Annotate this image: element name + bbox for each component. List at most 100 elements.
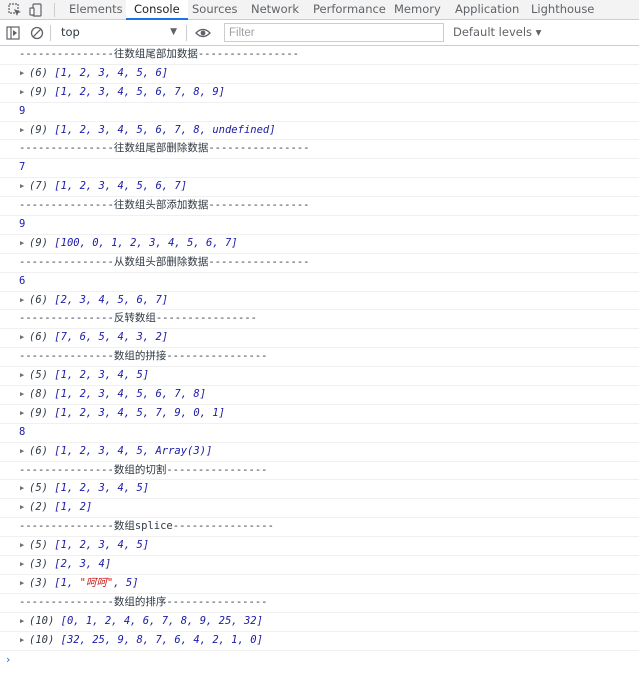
console-number-row: 9: [0, 103, 639, 122]
array-preview: (9) [1, 2, 3, 4, 5, 7, 9, 0, 1]: [29, 405, 225, 423]
expand-arrow-icon[interactable]: ▶: [20, 405, 28, 423]
console-array-row[interactable]: ▶ (10) [32, 25, 9, 8, 7, 6, 4, 2, 1, 0]: [0, 632, 639, 651]
tab-lighthouse[interactable]: Lighthouse: [523, 0, 602, 19]
console-array-row[interactable]: ▶ (9) [1, 2, 3, 4, 5, 6, 7, 8, undefined]: [0, 122, 639, 141]
log-message: ---------------数组splice----------------: [19, 520, 274, 533]
expand-arrow-icon[interactable]: ▶: [20, 329, 28, 347]
tab-memory[interactable]: Memory: [386, 0, 449, 19]
expand-arrow-icon[interactable]: ▶: [20, 632, 28, 650]
tab-sources[interactable]: Sources: [184, 0, 246, 19]
console-array-row[interactable]: ▶ (10) [0, 1, 2, 4, 6, 7, 8, 9, 25, 32]: [0, 613, 639, 632]
expand-arrow-icon[interactable]: ▶: [20, 386, 28, 404]
tab-console[interactable]: Console: [126, 0, 188, 20]
console-array-row[interactable]: ▶ (3) [1, "呵呵", 5]: [0, 575, 639, 594]
console-array-row[interactable]: ▶ (9) [1, 2, 3, 4, 5, 6, 7, 8, 9]: [0, 84, 639, 103]
array-values: [1, 2, 3, 4, 5, 6, 7, 8, 9]: [54, 85, 225, 98]
tab-network[interactable]: Network: [243, 0, 307, 19]
console-array-row[interactable]: ▶ (3) [2, 3, 4]: [0, 556, 639, 575]
array-length: (10): [29, 633, 55, 646]
array-values: [100, 0, 1, 2, 3, 4, 5, 6, 7]: [54, 236, 238, 249]
console-prompt[interactable]: ›: [0, 651, 639, 669]
console-messages: ---------------往数组尾部加数据---------------- ▶…: [0, 46, 639, 675]
console-array-row[interactable]: ▶ (6) [2, 3, 4, 5, 6, 7]: [0, 292, 639, 311]
expand-arrow-icon[interactable]: ▶: [20, 367, 28, 385]
array-length: (6): [29, 444, 48, 457]
console-array-row[interactable]: ▶ (6) [1, 2, 3, 4, 5, 6]: [0, 65, 639, 84]
log-levels-dropdown[interactable]: Default levels ▾: [453, 23, 541, 42]
expand-arrow-icon[interactable]: ▶: [20, 575, 28, 593]
live-expression-icon[interactable]: [195, 26, 211, 40]
number-value: 9: [19, 104, 26, 117]
log-message: ---------------反转数组----------------: [19, 312, 257, 325]
console-log-row: ---------------数组的切割----------------: [0, 462, 639, 481]
array-values: [1, 2, 3, 4, 5, 6, 7, 8]: [54, 388, 207, 401]
console-array-row[interactable]: ▶ (9) [100, 0, 1, 2, 3, 4, 5, 6, 7]: [0, 235, 639, 254]
expand-arrow-icon[interactable]: ▶: [20, 292, 28, 310]
array-length: (5): [29, 369, 48, 382]
array-values: [7, 6, 5, 4, 3, 2]: [54, 331, 169, 344]
console-array-row[interactable]: ▶ (2) [1, 2]: [0, 499, 639, 519]
array-length: (10): [29, 614, 55, 627]
expand-arrow-icon[interactable]: ▶: [20, 122, 28, 140]
array-preview: (5) [1, 2, 3, 4, 5]: [29, 537, 149, 555]
console-array-row[interactable]: ▶ (9) [1, 2, 3, 4, 5, 7, 9, 0, 1]: [0, 405, 639, 424]
expand-arrow-icon[interactable]: ▶: [20, 235, 28, 253]
device-toolbar-icon[interactable]: [29, 3, 43, 17]
tab-application[interactable]: Application: [447, 0, 527, 19]
expand-arrow-icon[interactable]: ▶: [20, 178, 28, 196]
console-array-row[interactable]: ▶ (5) [1, 2, 3, 4, 5]: [0, 367, 639, 387]
array-values: [1, 2, 3, 4, 5, Array(3)]: [54, 444, 213, 457]
console-array-row[interactable]: ▶ (5) [1, 2, 3, 4, 5]: [0, 537, 639, 557]
console-log-row: ---------------往数组尾部加数据----------------: [0, 46, 639, 65]
array-length: (9): [29, 406, 48, 419]
expand-arrow-icon[interactable]: ▶: [20, 480, 28, 498]
console-array-row[interactable]: ▶ (8) [1, 2, 3, 4, 5, 6, 7, 8]: [0, 386, 639, 405]
console-number-row: 8: [0, 424, 639, 443]
console-array-row[interactable]: ▶ (6) [7, 6, 5, 4, 3, 2]: [0, 329, 639, 349]
tab-elements[interactable]: Elements: [61, 0, 131, 19]
console-array-row[interactable]: ▶ (5) [1, 2, 3, 4, 5]: [0, 480, 639, 500]
console-log-row: ---------------数组的排序----------------: [0, 594, 639, 613]
tab-performance[interactable]: Performance: [305, 0, 394, 19]
inspect-element-icon[interactable]: [8, 3, 22, 17]
console-log-row: ---------------往数组头部添加数据----------------: [0, 197, 639, 217]
expand-arrow-icon[interactable]: ▶: [20, 65, 28, 83]
expand-arrow-icon[interactable]: ▶: [20, 84, 28, 102]
show-sidebar-icon[interactable]: [6, 26, 20, 40]
log-message: ---------------数组的切割----------------: [19, 463, 268, 476]
expand-arrow-icon[interactable]: ▶: [20, 443, 28, 461]
expand-arrow-icon[interactable]: ▶: [20, 613, 28, 631]
array-values: [32, 25, 9, 8, 7, 6, 4, 2, 1, 0]: [60, 633, 263, 646]
console-log-row: ---------------数组splice----------------: [0, 518, 639, 538]
console-array-row[interactable]: ▶ (6) [1, 2, 3, 4, 5, Array(3)]: [0, 443, 639, 462]
array-values: [2, 3, 4, 5, 6, 7]: [54, 293, 169, 306]
array-preview: (3) [1, "呵呵", 5]: [29, 575, 139, 593]
devtools-tab-bar: Elements Console Sources Network Performance…: [0, 0, 639, 20]
console-log-row: ---------------反转数组----------------: [0, 310, 639, 330]
filter-input[interactable]: [224, 23, 444, 42]
array-length: (5): [29, 539, 48, 552]
array-preview: (7) [1, 2, 3, 4, 5, 6, 7]: [29, 178, 187, 196]
toolbar-divider: [186, 25, 187, 41]
log-message: ---------------数组的拼接----------------: [19, 350, 268, 363]
array-preview: (5) [1, 2, 3, 4, 5]: [29, 480, 149, 498]
expand-arrow-icon[interactable]: ▶: [20, 556, 28, 574]
clear-console-icon[interactable]: [30, 26, 44, 40]
array-values: [1, 2, 3, 4, 5, 6, 7, 8, undefined]: [54, 123, 276, 136]
array-values: [1, 2, 3, 4, 5]: [54, 369, 150, 382]
array-values: [1, 2, 3, 4, 5]: [54, 539, 150, 552]
array-values: [1,: [54, 576, 80, 589]
console-log-row: ---------------从数组头部删除数据----------------: [0, 254, 639, 273]
console-toolbar: top ▼ Default levels ▾: [0, 20, 639, 46]
expand-arrow-icon[interactable]: ▶: [20, 537, 28, 555]
array-preview: (6) [1, 2, 3, 4, 5, 6]: [29, 65, 168, 83]
console-array-row[interactable]: ▶ (7) [1, 2, 3, 4, 5, 6, 7]: [0, 178, 639, 198]
number-value: 9: [19, 218, 26, 231]
array-length: (9): [29, 123, 48, 136]
array-preview: (6) [7, 6, 5, 4, 3, 2]: [29, 329, 168, 347]
expand-arrow-icon[interactable]: ▶: [20, 499, 28, 517]
array-values: [0, 1, 2, 4, 6, 7, 8, 9, 25, 32]: [60, 614, 263, 627]
array-length: (8): [29, 388, 48, 401]
context-selector[interactable]: top ▼: [55, 23, 181, 42]
string-value: "呵呵": [79, 576, 114, 589]
